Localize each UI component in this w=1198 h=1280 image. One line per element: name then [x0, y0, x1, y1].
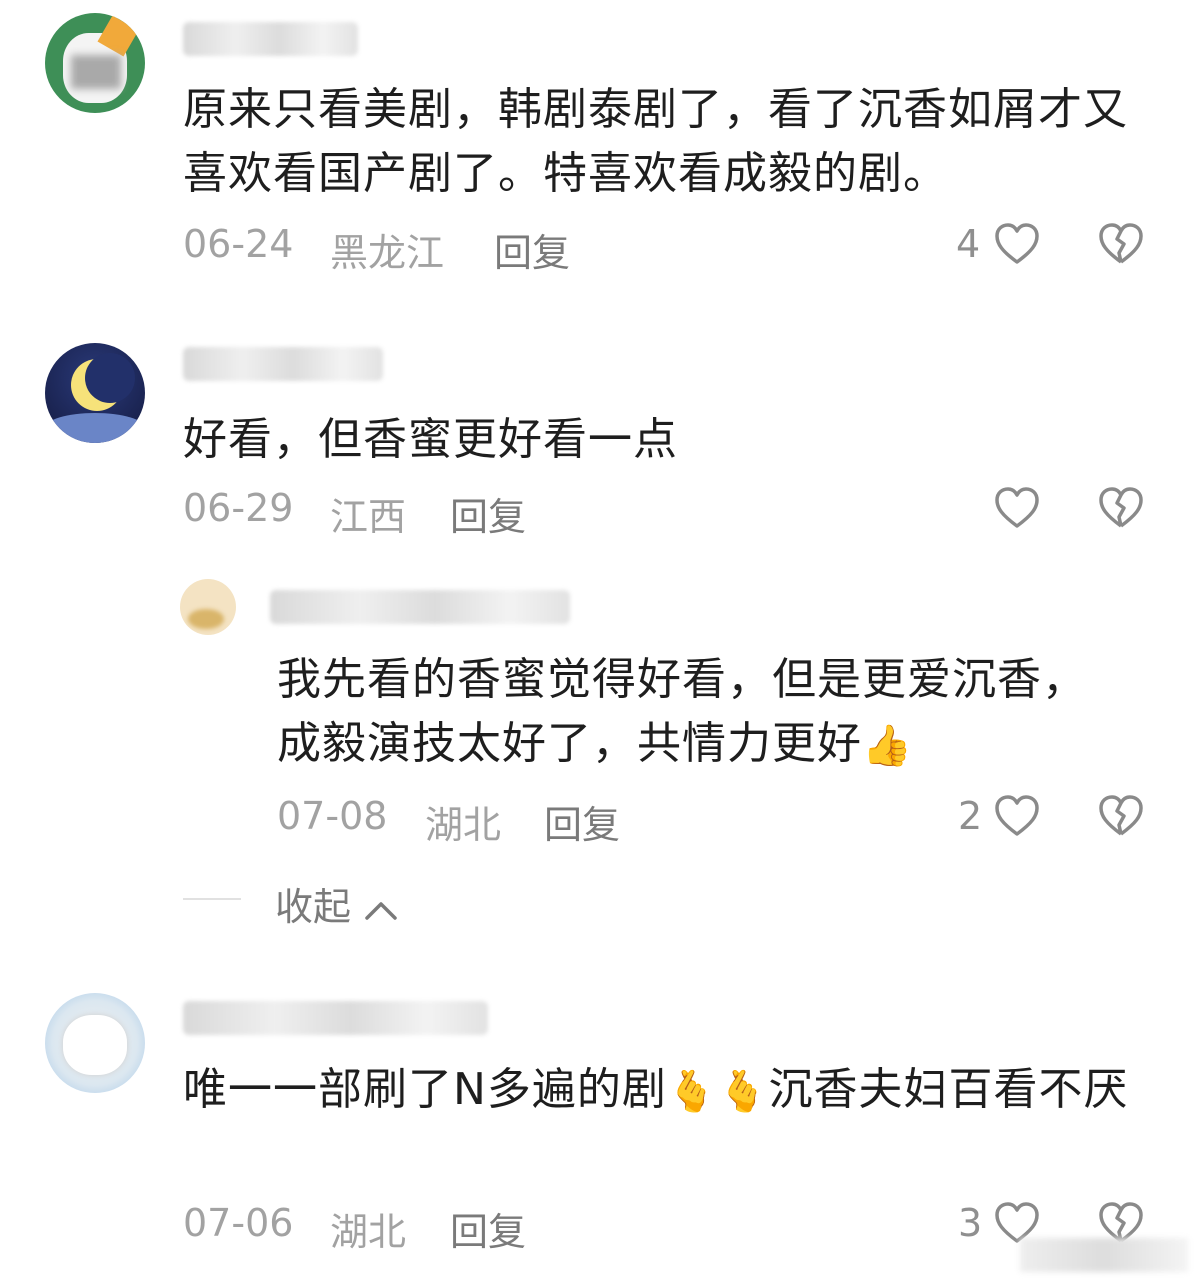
broken-heart-icon[interactable] [1098, 794, 1144, 838]
like-count: 2 [958, 794, 983, 838]
like-count: 3 [958, 1201, 983, 1245]
comment-date: 06-29 [183, 486, 294, 530]
collapse-divider [183, 898, 241, 900]
comment-text: 唯一一部刷了N多遍的剧🫰🫰沉香夫妇百看不厌 [183, 1058, 1143, 1124]
collapse-button[interactable]: 收起 [275, 876, 399, 931]
comment-region: 黑龙江 [330, 231, 445, 275]
avatar[interactable] [45, 343, 145, 443]
comment-region: 江西 [330, 495, 407, 539]
reply-text: 我先看的香蜜觉得好看，但是更爱沉香，成毅演技太好了，共情力更好👍 [277, 648, 1097, 778]
heart-icon[interactable] [994, 486, 1040, 530]
finger-heart-icon: 🫰 [717, 1069, 769, 1115]
thumbs-up-icon: 👍 [862, 723, 913, 769]
comment-text: 原来只看美剧，韩剧泰剧了，看了沉香如屑才又喜欢看国产剧了。特喜欢看成毅的剧。 [183, 84, 1128, 199]
heart-icon[interactable] [994, 794, 1040, 838]
reply-button[interactable]: 回复 [450, 486, 526, 541]
comment-date: 07-08 [277, 794, 388, 838]
comment-text-a: 唯一一部刷了N多遍的剧 [183, 1064, 667, 1115]
avatar[interactable] [180, 579, 236, 635]
comment-date: 07-06 [183, 1201, 294, 1245]
broken-heart-icon[interactable] [1098, 222, 1144, 266]
comment-region: 湖北 [330, 1210, 407, 1254]
username-blurred[interactable] [183, 1001, 488, 1035]
comment-date: 06-24 [183, 222, 294, 266]
heart-icon[interactable] [994, 222, 1040, 266]
finger-heart-icon: 🫰 [666, 1069, 718, 1115]
avatar[interactable] [45, 993, 145, 1093]
collapse-label: 收起 [275, 885, 352, 929]
watermark-blurred [1020, 1238, 1188, 1272]
comment-text-b: 沉香夫妇百看不厌 [768, 1064, 1129, 1115]
like-count: 4 [956, 222, 981, 266]
username-blurred[interactable] [270, 590, 570, 624]
username-blurred[interactable] [183, 22, 358, 56]
reply-button[interactable]: 回复 [544, 794, 620, 849]
reply-text-content: 我先看的香蜜觉得好看，但是更爱沉香，成毅演技太好了，共情力更好 [277, 654, 1087, 769]
comment-region: 湖北 [425, 803, 502, 847]
broken-heart-icon[interactable] [1098, 486, 1144, 530]
username-blurred[interactable] [183, 347, 383, 381]
chevron-up-icon [363, 898, 399, 922]
avatar[interactable] [45, 13, 145, 113]
reply-button[interactable]: 回复 [450, 1201, 526, 1256]
comment-text: 好看，但香蜜更好看一点 [183, 414, 678, 465]
reply-button[interactable]: 回复 [494, 222, 570, 277]
